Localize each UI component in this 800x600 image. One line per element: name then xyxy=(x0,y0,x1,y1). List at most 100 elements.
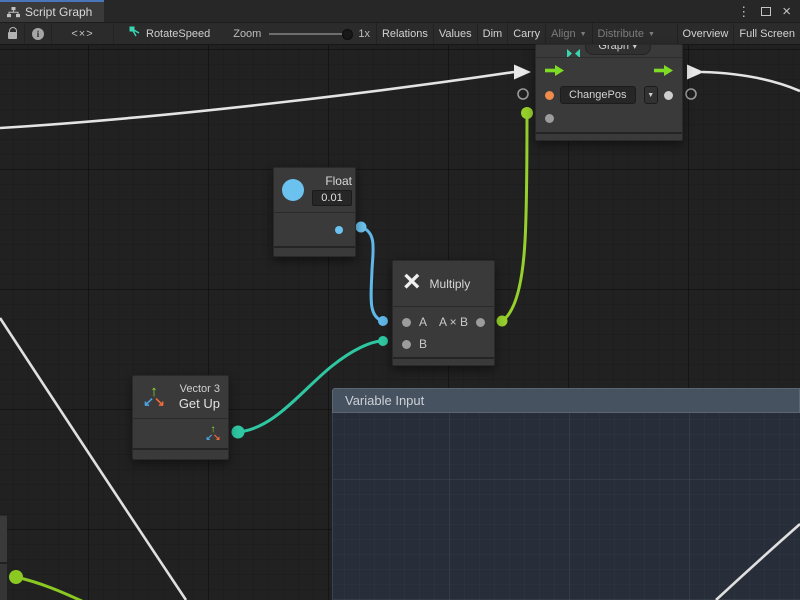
flow-input-arrow-icon[interactable] xyxy=(545,65,564,76)
graph-node-footer xyxy=(536,132,682,140)
zoom-slider-track xyxy=(269,33,353,35)
dropdown-caret-button[interactable]: ▼ xyxy=(644,86,659,104)
multiply-input-a-port[interactable] xyxy=(402,318,411,327)
tab-title: Script Graph xyxy=(25,5,92,19)
multiply-node-header: × Multiply xyxy=(393,261,494,307)
info-icon: i xyxy=(32,28,44,40)
title-bar: Script Graph ⋮ × xyxy=(0,0,800,22)
close-icon[interactable]: × xyxy=(782,4,791,19)
empty-port-circle-right[interactable] xyxy=(686,89,696,99)
fullscreen-button[interactable]: Full Screen xyxy=(733,23,800,44)
overview-button[interactable]: Overview xyxy=(677,23,734,44)
multiply-node-footer xyxy=(393,357,494,365)
float-type-icon xyxy=(282,179,304,201)
graph-canvas[interactable]: Variable Input xyxy=(0,45,800,600)
lock-icon xyxy=(8,32,17,39)
graph-node-flow-row xyxy=(536,58,682,83)
port-value-output[interactable] xyxy=(664,91,673,100)
info-button[interactable]: i xyxy=(25,23,52,44)
tab-script-graph[interactable]: Script Graph xyxy=(0,0,104,22)
graph-breadcrumb[interactable]: RotateSpeed xyxy=(129,26,210,41)
float-node-body xyxy=(274,213,355,246)
vector3-icon: ↑↙↘ xyxy=(141,387,167,407)
port-a-label: A xyxy=(419,315,427,329)
multiply-icon: × xyxy=(403,267,421,297)
float-node-title: Float xyxy=(325,174,352,188)
code-view-button[interactable]: <×> xyxy=(52,23,114,44)
float-node-header: Float 0.01 xyxy=(274,168,355,213)
align-dropdown[interactable]: Align▼ xyxy=(545,23,591,44)
float-value-field[interactable]: 0.01 xyxy=(312,190,352,206)
wire-flow-out xyxy=(702,72,800,91)
flow-output-arrow-icon[interactable] xyxy=(654,65,673,76)
graph-name-label: RotateSpeed xyxy=(146,28,210,40)
float-output-port[interactable] xyxy=(335,226,343,234)
multiply-input-b-port[interactable] xyxy=(402,340,411,349)
chevron-down-icon: ▾ xyxy=(632,45,638,52)
wire-endpoint-green xyxy=(9,570,23,584)
graph-event-node[interactable]: Graph ▾ ChangePos ▼ xyxy=(535,44,683,141)
graph-hierarchy-icon xyxy=(7,7,20,18)
graph-node-extra-row xyxy=(536,107,682,129)
maximize-icon[interactable] xyxy=(761,7,771,16)
machine-icon xyxy=(129,26,141,41)
clipped-node-left-footer xyxy=(0,564,7,600)
port-orange-input[interactable] xyxy=(545,91,554,100)
float-node[interactable]: Float 0.01 xyxy=(273,167,356,257)
multiply-node-body: A A × B B xyxy=(393,307,494,357)
graph-node-header: Graph ▾ xyxy=(536,45,682,58)
port-b-label: B xyxy=(419,337,427,351)
carry-button[interactable]: Carry xyxy=(507,23,545,44)
graph-node-dropdown-row: ChangePos ▼ xyxy=(536,83,682,107)
chevron-down-icon: ▼ xyxy=(648,31,655,38)
graph-title-pill[interactable]: Graph ▾ xyxy=(585,45,650,55)
wire-flow-in xyxy=(0,72,514,128)
graph-unit-icon xyxy=(567,45,580,58)
changepos-dropdown[interactable]: ChangePos xyxy=(560,86,636,104)
vector-node-body: ↑↙↘ xyxy=(133,419,228,448)
relations-button[interactable]: Relations xyxy=(376,23,433,44)
values-button[interactable]: Values xyxy=(433,23,477,44)
zoom-slider-handle[interactable] xyxy=(342,29,353,40)
dim-button[interactable]: Dim xyxy=(477,23,508,44)
wire-endpoint-teal-start xyxy=(232,426,245,439)
wire-endpoint-lime-start xyxy=(497,316,508,327)
vector3-get-up-node[interactable]: ↑↙↘ Vector 3 Get Up ↑↙↘ xyxy=(132,375,229,460)
distribute-dropdown[interactable]: Distribute▼ xyxy=(592,23,660,44)
variable-input-header[interactable]: Variable Input xyxy=(332,388,800,413)
flow-arrowhead-out xyxy=(687,65,704,80)
wire-endpoint-teal-end xyxy=(378,336,388,346)
vector-node-footer xyxy=(133,448,228,456)
multiply-node[interactable]: × Multiply A A × B B xyxy=(392,260,495,366)
port-gray-input[interactable] xyxy=(545,114,554,123)
zoom-label: Zoom xyxy=(233,28,261,40)
zoom-value: 1x xyxy=(358,28,370,40)
multiply-node-title: Multiply xyxy=(430,277,471,291)
variable-input-panel[interactable]: Variable Input xyxy=(332,388,800,600)
wire-float-to-multiply xyxy=(361,227,383,321)
wire-endpoint-blue-end xyxy=(378,316,388,326)
flow-arrowhead-in xyxy=(514,65,531,80)
float-node-footer xyxy=(274,246,355,254)
chevron-down-icon: ▼ xyxy=(580,31,587,38)
port-out-label: A × B xyxy=(439,315,468,329)
panel-title: Variable Input xyxy=(345,393,424,408)
zoom-slider[interactable] xyxy=(269,28,353,40)
vector-node-title: Get Up xyxy=(179,396,220,411)
empty-port-circle-left[interactable] xyxy=(518,89,528,99)
variable-input-body xyxy=(332,413,800,600)
vector-node-header: ↑↙↘ Vector 3 Get Up xyxy=(133,376,228,419)
vector3-output-port[interactable]: ↑↙↘ xyxy=(205,427,221,440)
graph-toolbar: i <×> RotateSpeed Zoom 1x Relations Valu… xyxy=(0,22,800,45)
clipped-node-left[interactable] xyxy=(0,515,7,562)
window-menu-icon[interactable]: ⋮ xyxy=(737,5,750,18)
script-graph-window: Script Graph ⋮ × i <×> RotateSpeed xyxy=(0,0,800,600)
lock-button[interactable] xyxy=(0,23,25,44)
wire-endpoint-lime-end xyxy=(521,107,533,119)
wire-endpoint-blue-start xyxy=(356,222,367,233)
vector-node-type: Vector 3 xyxy=(180,383,220,395)
chevron-down-icon: ▼ xyxy=(647,92,654,99)
code-icon: <×> xyxy=(71,28,93,40)
multiply-output-port[interactable] xyxy=(476,318,485,327)
wire-multiply-to-graph xyxy=(502,113,527,321)
